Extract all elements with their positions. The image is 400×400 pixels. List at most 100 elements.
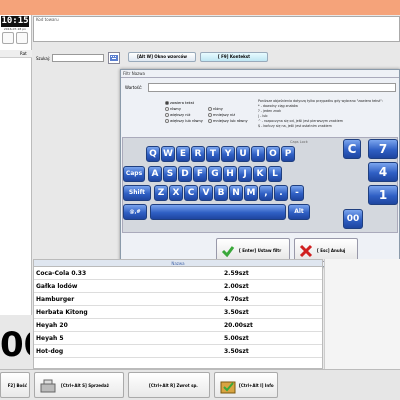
clock-date: 2016-07-18 pn — [3, 27, 27, 31]
key-comma[interactable]: , — [259, 185, 273, 201]
left-action-button-2[interactable] — [16, 32, 28, 44]
radio-mniejszy-rowny[interactable]: mniejszy lub równy — [208, 119, 248, 123]
key-l[interactable]: L — [268, 166, 282, 182]
cell-qty: 2.59szt — [224, 270, 249, 277]
cell-name: Hamburger — [36, 296, 75, 303]
cancel-label: [ Esc] Anuluj — [317, 248, 346, 253]
radio-icon — [165, 113, 169, 117]
radio-selected-icon — [165, 101, 169, 105]
bosc-button[interactable]: F2] Bość — [0, 372, 30, 398]
wartosc-input[interactable] — [148, 83, 396, 92]
radio-wiekszy[interactable]: większy niż — [165, 113, 190, 117]
check-icon — [221, 246, 235, 258]
radio-rozny[interactable]: różny — [208, 107, 223, 111]
key-w[interactable]: W — [161, 146, 175, 162]
key-x[interactable]: X — [169, 185, 183, 201]
key-d[interactable]: D — [178, 166, 192, 182]
table-row[interactable]: Gałka lodów 2.00szt — [34, 281, 322, 293]
wartosc-label: Wartość: — [125, 85, 143, 90]
kod-towaru-field[interactable] — [33, 16, 400, 42]
radio-label: większy niż — [170, 113, 191, 117]
keyboard-icon[interactable] — [108, 52, 120, 64]
special-chars-key[interactable]: @,# — [123, 204, 147, 220]
numpad-00-key[interactable]: 00 — [343, 209, 363, 229]
radio-label: większy lub równy — [170, 119, 203, 123]
ok-label: [ Enter] Ustaw filtr — [239, 248, 282, 253]
numpad-7-key[interactable]: 7 — [368, 139, 398, 159]
key-minus[interactable]: - — [290, 185, 304, 201]
space-key[interactable] — [150, 204, 286, 220]
radio-label: różny — [213, 107, 223, 111]
left-action-button-1[interactable] — [2, 32, 14, 44]
table-row[interactable]: Coca-Cola 0.33 2.59szt — [34, 268, 322, 280]
cell-name: Herbata Kitong — [36, 309, 88, 316]
cell-name: Gałka lodów — [36, 283, 78, 290]
table-row[interactable]: Hot-dog 3.50szt — [34, 346, 322, 358]
sprzedaz-label: [Ctrl+Alt S] Sprzedaż — [61, 383, 109, 388]
radio-label: mniejszy lub równy — [213, 119, 248, 123]
key-c[interactable]: C — [184, 185, 198, 201]
szukaj-label: Szukaj: — [36, 56, 51, 61]
numpad-4-key[interactable]: 4 — [368, 162, 398, 182]
key-z[interactable]: Z — [154, 185, 168, 201]
info-button[interactable]: [Ctrl+Alt I] Info — [214, 372, 278, 398]
key-y[interactable]: Y — [221, 146, 235, 162]
key-k[interactable]: K — [253, 166, 267, 182]
key-p[interactable]: P — [281, 146, 295, 162]
key-f[interactable]: F — [193, 166, 207, 182]
cell-name: Hot-dog — [36, 348, 64, 355]
radio-icon — [208, 107, 212, 111]
cell-qty: 3.50szt — [224, 309, 249, 316]
key-a[interactable]: A — [148, 166, 162, 182]
search-input[interactable] — [52, 54, 104, 62]
cell-qty: 3.50szt — [224, 348, 249, 355]
table-row[interactable]: Heyah 5 5.00szt — [34, 333, 322, 345]
key-v[interactable]: V — [199, 185, 213, 201]
key-q[interactable]: Q — [146, 146, 160, 162]
key-u[interactable]: U — [236, 146, 250, 162]
radio-wiekszy-rowny[interactable]: większy lub równy — [165, 119, 203, 123]
radio-label: mniejszy niż — [213, 113, 236, 117]
key-o[interactable]: O — [266, 146, 280, 162]
cell-name: Coca-Cola 0.33 — [36, 270, 87, 277]
key-i[interactable]: I — [251, 146, 265, 162]
key-h[interactable]: H — [223, 166, 237, 182]
clock: 10:15 — [1, 16, 29, 27]
numpad-clear-key[interactable]: C — [343, 139, 361, 159]
table-row[interactable]: Herbata Kitong 3.50szt — [34, 307, 322, 319]
radio-zawiera[interactable]: zawiera tekst — [165, 101, 194, 105]
alt-key[interactable]: Alt — [288, 204, 310, 220]
key-n[interactable]: N — [229, 185, 243, 201]
okno-wzorca-button[interactable]: [Alt W] Okno wzorców — [128, 52, 196, 62]
table-row[interactable]: Heyah 20 20.00szt — [34, 320, 322, 332]
radio-label: równy — [170, 107, 181, 111]
register-icon — [40, 379, 56, 393]
dialog-divider — [121, 77, 399, 78]
product-grid: Nazwa Coca-Cola 0.33 2.59szt Gałka lodów 2… — [33, 259, 323, 369]
zwrot-button[interactable]: [Ctrl+Alt R] Zwrot sp. — [128, 372, 210, 398]
table-row[interactable]: Hamburger 4.70szt — [34, 294, 322, 306]
cell-qty: 4.70szt — [224, 296, 249, 303]
key-j[interactable]: J — [238, 166, 252, 182]
key-b[interactable]: B — [214, 185, 228, 201]
key-period[interactable]: . — [274, 185, 288, 201]
kontekst-button[interactable]: [ F9] Kontekst — [200, 52, 268, 62]
radio-mniejszy[interactable]: mniejszy niż — [208, 113, 235, 117]
numpad-1-key[interactable]: 1 — [368, 185, 398, 205]
filter-hints: Poniższe objaśnienia dotyczą tylko przyp… — [258, 99, 398, 129]
caps-key[interactable]: Caps — [123, 166, 145, 182]
left-panel — [0, 15, 32, 315]
key-m[interactable]: M — [244, 185, 258, 201]
cell-name: Heyah 20 — [36, 322, 68, 329]
close-icon — [299, 244, 313, 258]
key-g[interactable]: G — [208, 166, 222, 182]
key-e[interactable]: E — [176, 146, 190, 162]
sprzedaz-button[interactable]: [Ctrl+Alt S] Sprzedaż — [34, 372, 124, 398]
shift-key[interactable]: Shift — [123, 185, 151, 201]
key-s[interactable]: S — [163, 166, 177, 182]
key-t[interactable]: T — [206, 146, 220, 162]
radio-rowny[interactable]: równy — [165, 107, 181, 111]
key-r[interactable]: R — [191, 146, 205, 162]
box-icon — [220, 381, 236, 394]
cell-qty: 2.00szt — [224, 283, 249, 290]
